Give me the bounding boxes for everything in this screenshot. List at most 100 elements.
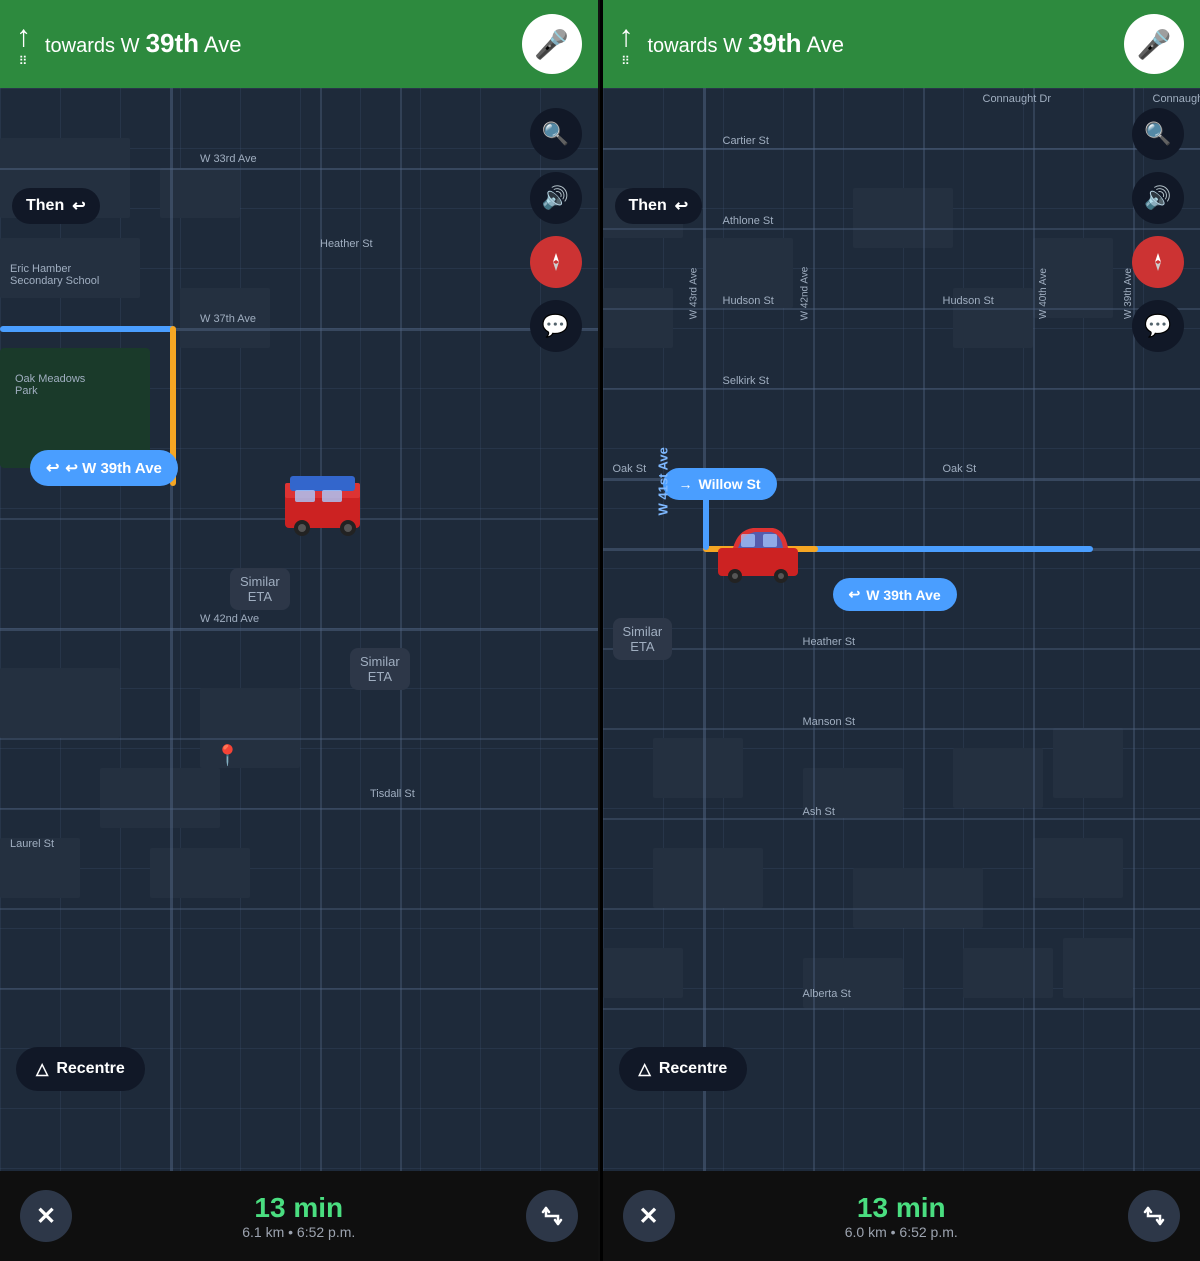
left-direction-arrow: ↑ ⠿ [16,20,31,68]
left-search-button[interactable]: 🔍 [530,108,582,160]
right-routes-button[interactable] [1128,1190,1180,1242]
right-willow-label: → Willow St [663,468,777,500]
right-car-vehicle [713,518,803,583]
map-block-r16 [963,948,1053,998]
r-hudson: Hudson St [723,295,774,307]
left-eta-time: 13 min [242,1192,355,1224]
r-w43rd-label: W 43rd Ave [688,268,699,320]
left-recentre-button[interactable]: △ Recentre [16,1047,145,1091]
map-block-r14 [603,948,683,998]
right-side-buttons: 🔍 🔊 💬 [1132,108,1184,352]
left-direction-text: towards W 39th Ave [45,28,508,59]
r-hudson2: Hudson St [943,295,994,307]
map-block [150,848,250,898]
street-line-h6 [0,808,598,810]
map-block-r13 [1033,838,1123,898]
r-selkirk: Selkirk St [723,375,769,387]
right-screen: ↑ ⠿ towards W 39th Ave 🎤 [603,0,1200,1261]
right-bottom-bar: ✕ 13 min 6.0 km • 6:52 p.m. [603,1171,1200,1261]
right-map: → Willow St ↩ W 39th Ave Cartier St Athl… [603,88,1200,1171]
map-block-r4 [853,188,953,248]
right-close-button[interactable]: ✕ [623,1190,675,1242]
left-bottom-bar: ✕ 13 min 6.1 km • 6:52 p.m. [0,1171,598,1261]
street-line-h7 [0,908,598,910]
right-direction-label: ↩ W 39th Ave [833,578,957,611]
right-eta-details: 6.0 km • 6:52 p.m. [845,1224,958,1240]
r-w41st-label: W 41st Ave [655,447,670,515]
street-w33: W 33rd Ave [200,153,257,165]
left-then-button[interactable]: Then ↩ [12,188,100,224]
map-block-r2 [603,288,673,348]
left-report-button[interactable]: 💬 [530,300,582,352]
map-block [100,768,220,828]
left-nav-header: ↑ ⠿ towards W 39th Ave 🎤 [0,0,598,88]
right-nav-header: ↑ ⠿ towards W 39th Ave 🎤 [603,0,1200,88]
map-block-r15 [803,958,903,1008]
street-w42: W 42nd Ave [200,613,259,625]
left-screen: ↑ ⠿ towards W 39th Ave 🎤 [0,0,600,1261]
right-volume-button[interactable]: 🔊 [1132,172,1184,224]
right-report-button[interactable]: 💬 [1132,300,1184,352]
left-map: ↩ ↩ W 39th Ave W 33rd Ave W 37th Ave W 4… [0,88,598,1171]
r-street-h4 [603,388,1200,390]
left-close-button[interactable]: ✕ [20,1190,72,1242]
r-heather: Heather St [803,636,856,648]
r-oak: Oak St [613,463,647,475]
left-compass-button[interactable] [530,236,582,288]
right-then-button[interactable]: Then ↩ [615,188,703,224]
street-line-h5 [0,738,598,740]
r-w42nd-label: W 42nd Ave [799,267,810,321]
right-search-button[interactable]: 🔍 [1132,108,1184,160]
street-line-h4 [0,628,598,631]
r-street-h10 [603,908,1200,910]
r-connaught: Connaught Dr [1153,93,1200,105]
route-blue-h [0,326,175,332]
school-label: Eric HamberSecondary School [10,263,99,287]
r-street-h1 [603,148,1200,150]
park-label: Oak MeadowsPark [15,373,85,397]
r-athlone: Athlone St [723,215,774,227]
right-eta-time: 13 min [845,1192,958,1224]
right-eta-info: 13 min 6.0 km • 6:52 p.m. [845,1192,958,1240]
heather-label: Heather St [320,238,373,250]
left-eta-2: SimilarETA [350,648,410,690]
left-side-buttons: 🔍 🔊 💬 [530,108,582,352]
left-eta-details: 6.1 km • 6:52 p.m. [242,1224,355,1240]
r-connaught2: Connaught Dr [983,93,1052,105]
street-w37: W 37th Ave [200,313,256,325]
left-volume-button[interactable]: 🔊 [530,172,582,224]
r-street-h11 [603,1008,1200,1010]
r-w40th-label: W 40th Ave [1037,268,1048,319]
map-block-r10 [1053,728,1123,798]
r-oak2: Oak St [943,463,977,475]
r-street-h2 [603,228,1200,230]
street-line-h8 [0,988,598,990]
right-mic-icon: 🎤 [1137,28,1172,61]
street-line-h1 [0,168,598,170]
r-street-h8 [603,728,1200,730]
right-mic-button[interactable]: 🎤 [1124,14,1184,74]
left-routes-button[interactable] [526,1190,578,1242]
laurel-label: Laurel St [10,838,54,850]
r-alberta: Alberta St [803,988,851,1000]
left-mic-button[interactable]: 🎤 [522,14,582,74]
map-block-r17 [1063,938,1133,998]
right-compass-button[interactable] [1132,236,1184,288]
right-direction-text: towards W 39th Ave [648,28,1111,59]
r-manson: Manson St [803,716,856,728]
left-direction-label: ↩ ↩ W 39th Ave [30,450,178,486]
r-route-blue-h [813,546,1093,552]
right-recentre-button[interactable]: △ Recentre [619,1047,748,1091]
right-eta-1: SimilarETA [613,618,673,660]
location-pin: 📍 [215,743,240,768]
tisdall-label: Tisdall St [370,788,415,800]
map-block-r9 [953,748,1043,808]
map-block [0,668,120,738]
r-ash: Ash St [803,806,835,818]
map-block-r7 [653,738,743,798]
r-cartier: Cartier St [723,135,769,147]
left-eta-info: 13 min 6.1 km • 6:52 p.m. [242,1192,355,1240]
left-bus-vehicle [280,468,370,538]
r-street-h7 [603,648,1200,650]
left-eta-1: SimilarETA [230,568,290,610]
